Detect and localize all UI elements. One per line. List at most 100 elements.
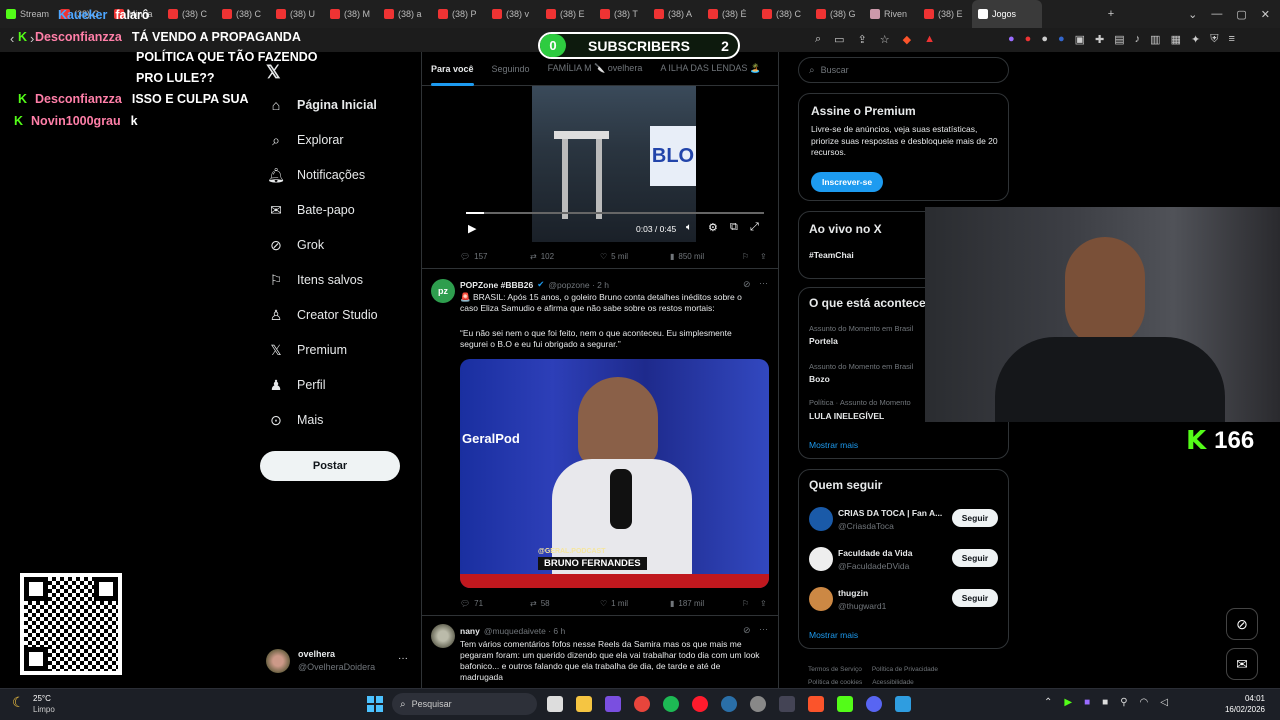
brave-icon[interactable] (808, 696, 824, 712)
tab-list-icon[interactable]: ⌄ (1188, 8, 1197, 21)
app-icon[interactable] (605, 696, 621, 712)
repost-count[interactable]: ⇄ 58 (530, 599, 550, 608)
wallet-icon[interactable]: ▦ (1171, 33, 1181, 46)
follow-avatar[interactable] (809, 547, 833, 571)
cast-icon[interactable]: ▭ (834, 33, 844, 46)
messages-float-button[interactable]: ✉ (1226, 648, 1258, 680)
browser-tab[interactable]: (38) U (270, 0, 324, 28)
tab-familia[interactable]: FAMÍLIA M 🔪 ovelhera (539, 63, 652, 74)
x-logo-icon[interactable]: 𝕏 (266, 62, 281, 83)
new-tab-button[interactable]: + (1108, 8, 1114, 20)
fullscreen-icon[interactable]: ⤢ (750, 221, 759, 234)
tab-ilha[interactable]: A ILHA DAS LENDAS 🏝️ (651, 63, 770, 74)
puzzle-icon[interactable]: ✚ (1095, 33, 1104, 46)
post-button[interactable]: Postar (260, 451, 400, 481)
subscribe-button[interactable]: Inscrever-se (811, 172, 883, 192)
discord-icon[interactable] (866, 696, 882, 712)
steam-icon[interactable] (721, 696, 737, 712)
tray-app-icon[interactable]: ■ (1102, 697, 1108, 708)
tweet-more-icon[interactable]: ··· (759, 624, 768, 634)
follow-name[interactable]: Faculdade da Vida (838, 548, 912, 558)
repost-count[interactable]: ⇄ 102 (530, 252, 554, 261)
vpn-icon[interactable]: ⛨ (1210, 33, 1218, 46)
nav-profile[interactable]: ♟ Perfil (268, 377, 326, 393)
tweet-more-icon[interactable]: ··· (759, 278, 768, 288)
panel-icon[interactable]: ▥ (1150, 33, 1160, 46)
spotify-icon[interactable] (663, 696, 679, 712)
extension-icon[interactable]: ● (1041, 33, 1048, 46)
grok-tweet-icon[interactable]: ⊘ (743, 625, 751, 636)
minimize-button[interactable]: — (1211, 8, 1222, 20)
video-player[interactable]: BLO ▶ 0:03 / 0:45 🔈︎ ⚙ ⧉ ⤢ (460, 86, 769, 242)
rewards-icon[interactable]: ▲ (924, 33, 935, 46)
browser-tab[interactable]: (38) T (594, 0, 648, 28)
browser-tab[interactable]: (38) E (918, 0, 972, 28)
volume-icon[interactable]: ◁ (1160, 697, 1168, 708)
weather-temp[interactable]: 25°C (33, 694, 51, 703)
live-tag[interactable]: #TeamChai (809, 250, 854, 260)
tab-following[interactable]: Seguindo (483, 64, 539, 74)
tweet-avatar[interactable] (431, 624, 455, 648)
task-view-icon[interactable] (547, 696, 563, 712)
follow-button[interactable]: Seguir (952, 509, 998, 527)
reply-count[interactable]: 💬︎ 71 (460, 599, 483, 608)
follow-button[interactable]: Seguir (952, 549, 998, 567)
nav-bookmarks[interactable]: ⚐ Itens salvos (268, 272, 363, 288)
tweet-handle[interactable]: @popzone · 2 h (548, 280, 609, 290)
star-icon[interactable]: ☆ (880, 33, 890, 46)
share-icon[interactable]: ⇪ (858, 33, 867, 46)
browser-tab[interactable]: (38) C (756, 0, 810, 28)
browser-tab[interactable]: Riven (864, 0, 918, 28)
share-action[interactable]: ⇪ (760, 599, 767, 608)
browser-tab[interactable]: (38) É (702, 0, 756, 28)
wifi-icon[interactable]: ◠ (1140, 697, 1149, 708)
pip-icon[interactable]: ⧉ (730, 221, 738, 234)
start-button[interactable] (367, 696, 383, 712)
trend-name[interactable]: LULA INELEGÍVEL (809, 411, 884, 421)
settings-icon[interactable]: ⚙ (708, 221, 718, 234)
trends-show-more[interactable]: Mostrar mais (809, 440, 858, 450)
browser-tab[interactable]: (38) M (324, 0, 378, 28)
footer-link[interactable]: Política de Privacidade (872, 666, 938, 673)
explorer-icon[interactable] (576, 696, 592, 712)
browser-tab[interactable]: (38) a (378, 0, 432, 28)
view-count[interactable]: ▮ 850 mil (670, 252, 704, 261)
browser-tab[interactable]: (38) C (216, 0, 270, 28)
nav-grok[interactable]: ⊘ Grok (268, 237, 324, 253)
extension-icon[interactable]: ● (1058, 33, 1065, 46)
like-count[interactable]: ♡ 1 mil (600, 599, 628, 608)
account-more-icon[interactable]: ··· (398, 653, 408, 664)
nav-creator-studio[interactable]: ♙ Creator Studio (268, 307, 378, 323)
footer-link[interactable]: Acessibilidade (872, 679, 914, 686)
mic-icon[interactable]: ⚲ (1120, 697, 1127, 708)
clock-time[interactable]: 04:01 (1225, 694, 1265, 703)
follow-name[interactable]: thugzin (838, 588, 868, 598)
tray-chevron-icon[interactable]: ⌃ (1044, 697, 1052, 708)
nav-notifications[interactable]: 🔔︎ Notificações (267, 167, 365, 183)
tab-for-you[interactable]: Para você (422, 64, 483, 86)
browser-tab[interactable]: Stream (0, 0, 54, 28)
browser-tab[interactable]: (38) A (648, 0, 702, 28)
mute-icon[interactable]: 🔈︎ (686, 222, 692, 233)
browser-tab[interactable]: Jogos (972, 0, 1042, 28)
follow-avatar[interactable] (809, 507, 833, 531)
tweet-avatar[interactable]: pz (431, 279, 455, 303)
bookmark-action[interactable]: ⚐ (742, 252, 749, 261)
nav-more[interactable]: ⊙ Mais (268, 412, 323, 428)
ai-icon[interactable]: ✦ (1191, 33, 1200, 46)
nav-chat[interactable]: ✉ Bate-papo (268, 202, 355, 218)
sidebar-icon[interactable]: ▤ (1114, 33, 1124, 46)
chrome-icon[interactable] (634, 696, 650, 712)
tweet-author[interactable]: nany (460, 626, 480, 636)
follow-avatar[interactable] (809, 587, 833, 611)
reply-count[interactable]: 💬︎ 157 (460, 252, 488, 261)
browser-tab[interactable]: (38) P (432, 0, 486, 28)
taskbar-search[interactable]: ⌕ Pesquisar (392, 693, 537, 715)
tweet-handle[interactable]: @muquedaivete · 6 h (484, 626, 565, 636)
notes-icon[interactable] (895, 696, 911, 712)
follow-show-more[interactable]: Mostrar mais (809, 630, 858, 640)
view-count[interactable]: ▮ 187 mil (670, 599, 704, 608)
brave-shield-icon[interactable]: ◆ (903, 33, 911, 46)
zoom-icon[interactable]: ⌕ (815, 33, 821, 46)
extension-icon[interactable]: ▣ (1075, 33, 1085, 46)
